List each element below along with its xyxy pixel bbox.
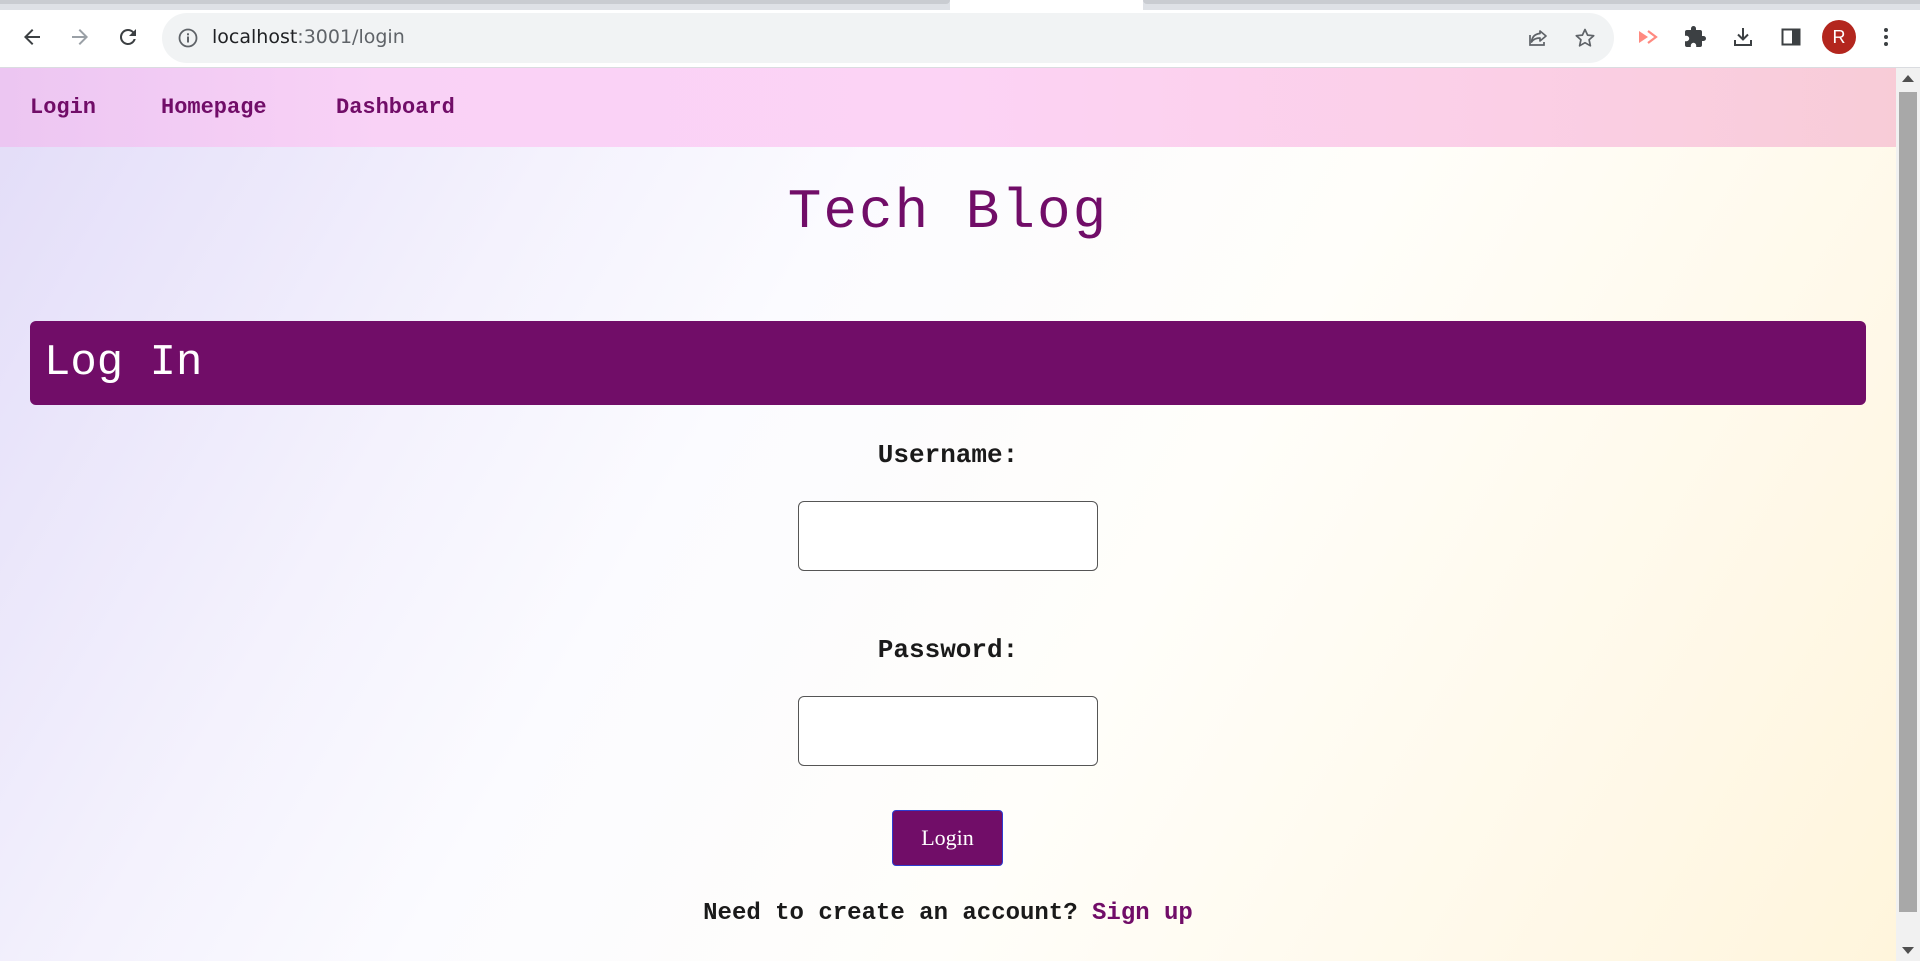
nav-link-login[interactable]: Login bbox=[30, 95, 96, 120]
kebab-menu-icon bbox=[1884, 28, 1888, 46]
password-label: Password: bbox=[877, 635, 1019, 665]
share-icon[interactable] bbox=[1526, 26, 1550, 50]
inactive-tab-right[interactable] bbox=[1143, 0, 1920, 4]
username-input[interactable] bbox=[798, 501, 1098, 571]
nav-link-dashboard[interactable]: Dashboard bbox=[336, 95, 455, 120]
nav-link-homepage[interactable]: Homepage bbox=[161, 95, 267, 120]
browser-toolbar: localhost:3001/login R bbox=[0, 10, 1920, 68]
profile-avatar[interactable]: R bbox=[1822, 20, 1856, 54]
page-scrollbar[interactable] bbox=[1896, 68, 1920, 961]
extensions-button[interactable] bbox=[1677, 19, 1713, 55]
reload-button[interactable] bbox=[110, 19, 146, 55]
scroll-down-arrow-icon[interactable] bbox=[1902, 947, 1914, 954]
address-bar[interactable]: localhost:3001/login bbox=[162, 13, 1614, 63]
side-panel-button[interactable] bbox=[1773, 19, 1809, 55]
arrow-right-icon bbox=[72, 29, 88, 45]
signup-prompt-line: Need to create an account? Sign up bbox=[0, 900, 1896, 927]
side-panel-icon bbox=[1781, 28, 1801, 46]
active-tab[interactable] bbox=[950, 0, 1143, 10]
cast-icon bbox=[1639, 30, 1658, 44]
username-label: Username: bbox=[877, 440, 1019, 470]
info-icon[interactable] bbox=[176, 26, 200, 50]
password-input[interactable] bbox=[798, 696, 1098, 766]
reload-icon bbox=[119, 28, 136, 45]
signup-link[interactable]: Sign up bbox=[1092, 900, 1193, 927]
url-path: :3001/login bbox=[297, 26, 405, 48]
extension-button[interactable] bbox=[1629, 19, 1665, 55]
scrollbar-thumb[interactable] bbox=[1899, 92, 1917, 912]
puzzle-icon bbox=[1685, 26, 1706, 47]
back-button[interactable] bbox=[14, 19, 50, 55]
arrow-left-icon bbox=[24, 29, 40, 45]
page-viewport: Login Homepage Dashboard Tech Blog Log I… bbox=[0, 68, 1896, 961]
tab-strip bbox=[0, 0, 1920, 10]
menu-button[interactable] bbox=[1868, 19, 1904, 55]
signup-prompt-text: Need to create an account? bbox=[703, 900, 1078, 927]
downloads-button[interactable] bbox=[1725, 19, 1761, 55]
star-icon[interactable] bbox=[1573, 26, 1597, 50]
url-host: localhost bbox=[212, 26, 298, 48]
login-submit-button[interactable]: Login bbox=[892, 810, 1003, 866]
login-heading-banner: Log In bbox=[30, 321, 1866, 405]
login-heading: Log In bbox=[44, 338, 203, 388]
inactive-tab-left[interactable] bbox=[0, 0, 950, 4]
url-text[interactable]: localhost:3001/login bbox=[212, 26, 405, 48]
download-icon bbox=[1734, 28, 1752, 46]
forward-button[interactable] bbox=[62, 19, 98, 55]
site-nav: Login Homepage Dashboard bbox=[0, 68, 1896, 147]
site-header: Tech Blog bbox=[0, 147, 1896, 291]
scroll-up-arrow-icon[interactable] bbox=[1902, 75, 1914, 82]
site-title: Tech Blog bbox=[787, 180, 1109, 244]
